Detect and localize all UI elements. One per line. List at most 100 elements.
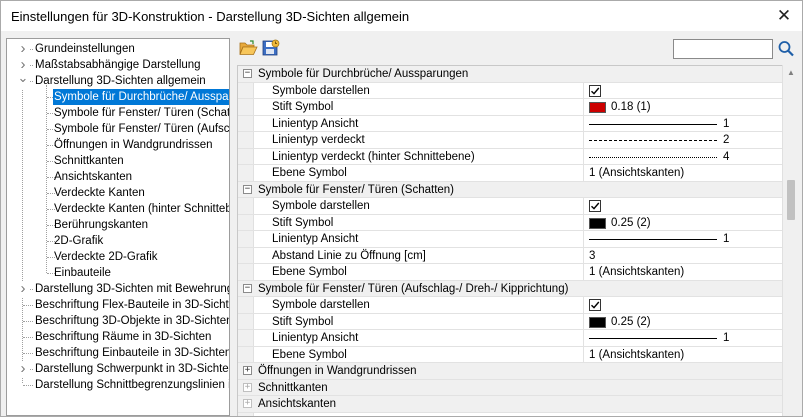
property-value[interactable]: 1 (Ansichtskanten): [589, 165, 774, 181]
column-separator: [583, 247, 584, 265]
property-value[interactable]: 1: [589, 330, 774, 346]
property-value[interactable]: 1: [589, 116, 774, 132]
grid-property-row[interactable]: Linientyp verdeckt (hinter Schnittebene)…: [238, 148, 782, 166]
tree-connector: [23, 305, 33, 306]
pen-color-swatch: [589, 217, 606, 229]
tree-item[interactable]: Beschriftung Räume in 3D-Sichten: [7, 329, 229, 345]
grid-property-row[interactable]: Stift Symbol 0.25 (2): [238, 313, 782, 331]
tree-item[interactable]: Symbole für Fenster/ Türen (Aufschlag-/ …: [7, 121, 229, 137]
property-value[interactable]: [589, 83, 774, 99]
column-separator: [583, 165, 584, 182]
property-name: Stift Symbol: [272, 216, 334, 229]
grid-property-row[interactable]: Linientyp verdeckt 2: [238, 132, 782, 149]
tree-item[interactable]: ⌄ Darstellung 3D-Sichten allgemein: [7, 71, 229, 89]
grid-property-row[interactable]: Ebene Symbol 1 (Ansichtskanten): [238, 346, 782, 364]
property-value[interactable]: 4: [589, 149, 774, 165]
tree-item[interactable]: Schnittkanten: [7, 153, 229, 169]
property-name: Symbole darstellen: [272, 200, 370, 212]
tree-item[interactable]: Berührungskanten: [7, 217, 229, 233]
checkbox[interactable]: [589, 299, 601, 311]
property-value[interactable]: [589, 198, 774, 214]
tree-item[interactable]: › Grundeinstellungen: [7, 41, 229, 57]
scroll-up-icon[interactable]: ▲: [783, 65, 799, 81]
property-value[interactable]: 0.25 (2): [589, 314, 774, 330]
tree-item[interactable]: › Maßstabsabhängige Darstellung: [7, 57, 229, 73]
column-separator: [583, 313, 584, 331]
close-button[interactable]: ✕: [772, 5, 796, 27]
property-value[interactable]: 1 (Ansichtskanten): [589, 264, 774, 280]
search-icon[interactable]: [777, 39, 795, 59]
expand-icon[interactable]: +: [243, 366, 252, 375]
property-value[interactable]: 0.25 (2): [589, 215, 774, 231]
tree-item[interactable]: › Darstellung 3D-Sichten mit Bewehrung: [7, 281, 229, 297]
grid-section-header[interactable]: + Schnittkanten: [238, 379, 782, 396]
tree-item-label: Berührungskanten: [54, 219, 148, 231]
expand-icon[interactable]: +: [243, 382, 252, 392]
tree-item-label: Grundeinstellungen: [35, 43, 135, 55]
tree-item[interactable]: 2D-Grafik: [7, 233, 229, 249]
settings-dialog: Einstellungen für 3D-Konstruktion - Dars…: [0, 0, 803, 417]
chevron-right-icon[interactable]: ›: [17, 361, 29, 377]
grid-section-header[interactable]: + Öffnungen in Wandgrundrissen: [238, 363, 782, 380]
grid-property-row[interactable]: Linientyp Ansicht 1: [238, 115, 782, 133]
tree-item[interactable]: Beschriftung Einbauteile in 3D-Sichten: [7, 345, 229, 361]
property-grid: − Symbole für Durchbrüche/ Aussparungen Sy…: [237, 65, 782, 416]
tree-item[interactable]: Ansichtskanten: [7, 169, 229, 185]
column-separator: [583, 148, 584, 166]
tree-item[interactable]: Darstellung Schnittbegrenzungslinien in …: [7, 377, 229, 393]
tree-item[interactable]: Öffnungen in Wandgrundrissen: [7, 137, 229, 153]
expand-icon[interactable]: +: [243, 399, 252, 408]
linetype-number: 4: [723, 150, 730, 163]
tree-item[interactable]: Beschriftung Flex-Bauteile in 3D-Sichten: [7, 297, 229, 313]
folder-open-icon[interactable]: [238, 39, 258, 57]
checkbox[interactable]: [589, 84, 601, 97]
chevron-right-icon[interactable]: ›: [17, 281, 29, 297]
property-value[interactable]: 2: [589, 132, 774, 148]
grid-property-row[interactable]: Ebene Symbol 1 (Ansichtskanten): [238, 264, 782, 281]
grid-property-row[interactable]: Abstand Linie zu Öffnung [cm] 3: [238, 247, 782, 265]
grid-property-row[interactable]: Ebene Symbol 1 (Ansichtskanten): [238, 165, 782, 182]
property-value[interactable]: [589, 297, 774, 313]
grid-property-row[interactable]: Symbole darstellen: [238, 297, 782, 314]
column-separator: [583, 231, 584, 248]
tree-connector: [23, 337, 33, 338]
search-input[interactable]: [673, 39, 773, 59]
tree-item[interactable]: › Darstellung Schwerpunkt in 3D-Sichten: [7, 361, 229, 377]
vertical-scrollbar[interactable]: ▲: [782, 65, 798, 416]
linetype-number: 1: [723, 233, 730, 245]
save-icon[interactable]: [261, 39, 281, 57]
collapse-icon[interactable]: −: [243, 184, 252, 194]
grid-section-header[interactable]: − Symbole für Durchbrüche/ Aussparungen: [238, 66, 782, 83]
tree-item[interactable]: Symbole für Fenster/ Türen (Schatten): [7, 105, 229, 121]
tree-item[interactable]: Beschriftung 3D-Objekte in 3D-Sichten: [7, 313, 229, 329]
collapse-icon[interactable]: −: [243, 69, 252, 78]
tree-item[interactable]: Einbauteile: [7, 265, 229, 281]
column-separator: [583, 346, 584, 364]
grid-section-header[interactable]: − Symbole für Fenster/ Türen (Schatten): [238, 181, 782, 198]
chevron-right-icon[interactable]: ›: [17, 41, 29, 57]
linetype-preview: [589, 123, 717, 125]
property-value[interactable]: 1: [589, 231, 774, 247]
property-value[interactable]: 0.18 (1): [589, 99, 774, 115]
grid-section-header[interactable]: + Ansichtskanten: [238, 396, 782, 413]
tree-item[interactable]: Verdeckte Kanten: [7, 185, 229, 201]
column-separator: [583, 264, 584, 281]
tree-item[interactable]: Verdeckte Kanten (hinter Schnittebene): [7, 201, 229, 217]
grid-property-row[interactable]: Stift Symbol 0.18 (1): [238, 99, 782, 116]
property-value[interactable]: 1 (Ansichtskanten): [589, 347, 774, 363]
tree-item[interactable]: Verdeckte 2D-Grafik: [7, 249, 229, 265]
property-name: Symbole darstellen: [272, 299, 370, 311]
grid-property-row[interactable]: Stift Symbol 0.25 (2): [238, 214, 782, 232]
property-value[interactable]: 3: [589, 248, 774, 264]
grid-property-row[interactable]: Symbole darstellen: [238, 198, 782, 215]
scroll-thumb[interactable]: [787, 180, 795, 220]
checkbox[interactable]: [589, 200, 601, 212]
grid-property-row[interactable]: Linientyp Ansicht 1: [238, 330, 782, 347]
grid-property-row[interactable]: Symbole darstellen: [238, 82, 782, 100]
tree-item[interactable]: Symbole für Durchbrüche/ Aussparungen: [7, 89, 229, 105]
grid-property-row[interactable]: Linientyp Ansicht 1: [238, 231, 782, 248]
linetype-preview: [589, 338, 717, 339]
chevron-down-icon[interactable]: ⌄: [17, 71, 29, 89]
collapse-icon[interactable]: −: [243, 283, 252, 293]
grid-section-header[interactable]: − Symbole für Fenster/ Türen (Aufschlag-/…: [238, 280, 782, 297]
